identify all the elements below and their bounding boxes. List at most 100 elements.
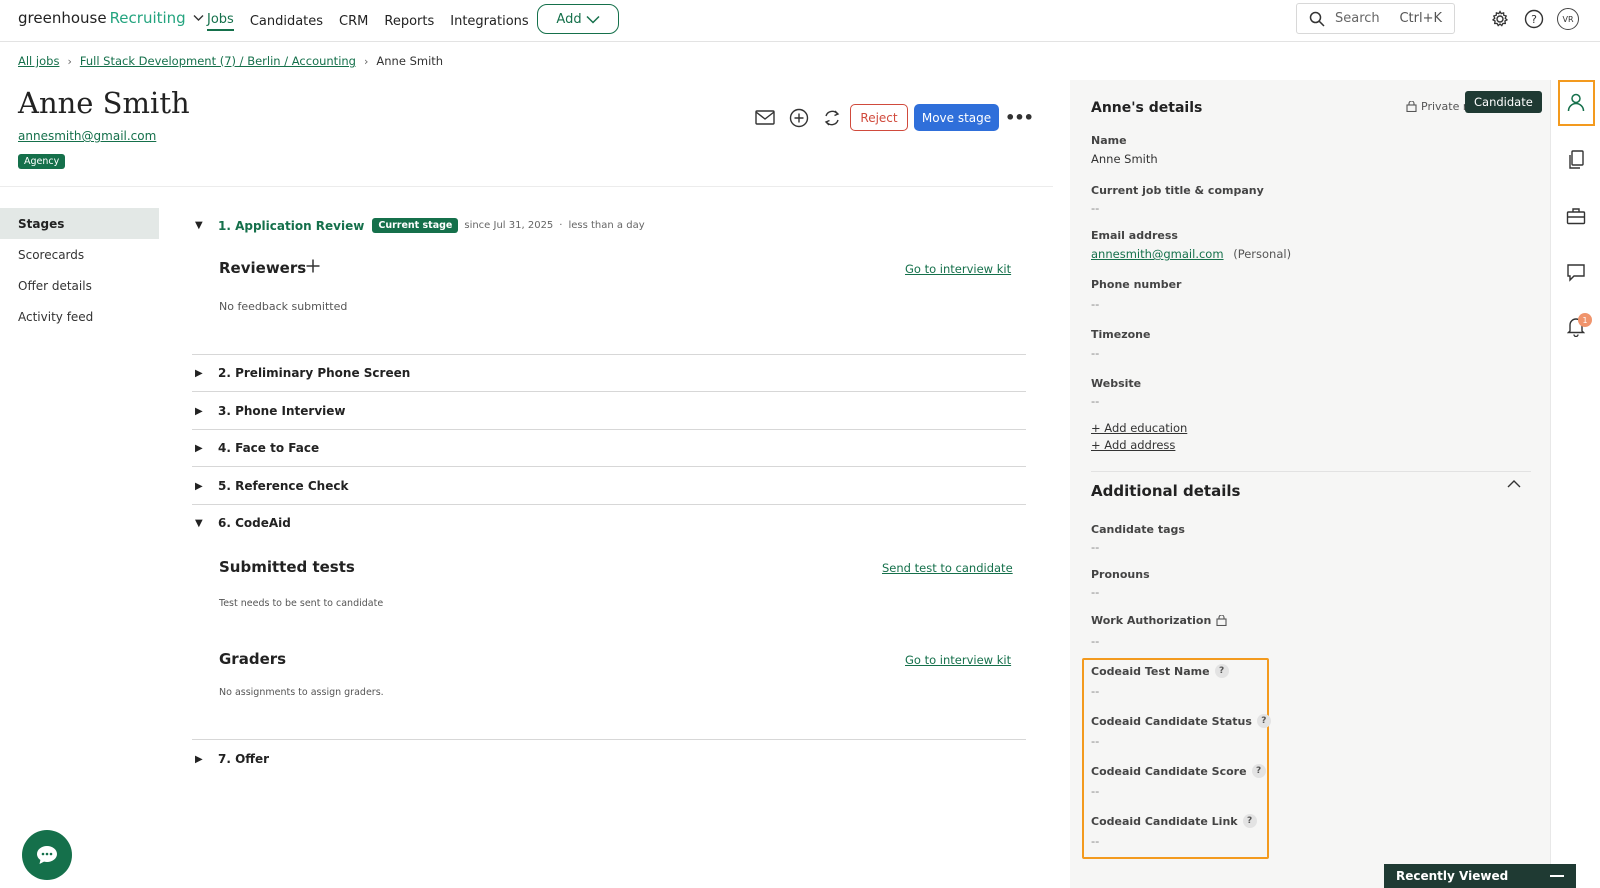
stage-4-header[interactable]: ▶ 4. Face to Face: [195, 441, 319, 455]
test-note-text: Test needs to be sent to candidate: [219, 598, 384, 609]
nav-jobs[interactable]: Jobs: [207, 0, 234, 42]
codeaid-status-text: Codeaid Candidate Status: [1091, 714, 1252, 728]
transfer-icon[interactable]: [819, 105, 844, 130]
nav-reports[interactable]: Reports: [384, 0, 434, 42]
graders-note-text: No assignments to assign graders.: [219, 687, 384, 698]
nav-candidates[interactable]: Candidates: [250, 0, 323, 42]
chat-icon[interactable]: [1564, 260, 1588, 284]
no-feedback-text: No feedback submitted: [219, 300, 348, 313]
stage-2-label: 2. Preliminary Phone Screen: [218, 366, 411, 380]
source-badge: Agency: [18, 154, 66, 169]
email-label: Email address: [1091, 229, 1178, 242]
name-value: Anne Smith: [1091, 152, 1158, 166]
stage-divider: [192, 466, 1026, 467]
graders-title: Graders: [219, 650, 287, 668]
send-test-link[interactable]: Send test to candidate: [882, 561, 1013, 575]
email-value-link[interactable]: annesmith@gmail.com: [1091, 247, 1224, 261]
help-icon[interactable]: ?: [1214, 664, 1229, 678]
nav-crm[interactable]: CRM: [339, 0, 368, 42]
name-label: Name: [1091, 134, 1127, 147]
greenhouse-logo[interactable]: greenhouse Recruiting: [18, 9, 204, 27]
search-icon: [1309, 11, 1325, 27]
email-icon[interactable]: [752, 105, 777, 130]
person-icon[interactable]: [1564, 90, 1588, 114]
lock-icon: [1216, 615, 1227, 626]
candidate-tooltip: Candidate: [1465, 91, 1542, 113]
stage-3-header[interactable]: ▶ 3. Phone Interview: [195, 404, 346, 418]
breadcrumb: All jobs › Full Stack Development (7) / …: [18, 54, 443, 68]
website-label: Website: [1091, 377, 1142, 390]
help-icon[interactable]: ?: [1256, 714, 1271, 728]
side-rail: [1550, 80, 1600, 888]
nav-integrations[interactable]: Integrations: [450, 0, 528, 42]
minimize-icon[interactable]: [1550, 875, 1564, 877]
search-input[interactable]: Search Ctrl+K: [1296, 3, 1455, 34]
stage-5-header[interactable]: ▶ 5. Reference Check: [195, 479, 348, 493]
stage-7-label: 7. Offer: [218, 752, 270, 766]
timezone-label: Timezone: [1091, 328, 1151, 341]
candidate-email-link[interactable]: annesmith@gmail.com: [18, 129, 156, 143]
stage-2-header[interactable]: ▶ 2. Preliminary Phone Screen: [195, 366, 410, 380]
private-notes-label: Private n: [1421, 100, 1470, 113]
pronouns-label: Pronouns: [1091, 568, 1150, 581]
codeaid-link-label: Codeaid Candidate Link ?: [1091, 814, 1257, 828]
search-shortcut: Ctrl+K: [1399, 11, 1442, 26]
stage-divider: [192, 354, 1026, 355]
add-reviewer-icon[interactable]: [305, 258, 321, 274]
go-to-interview-kit-link[interactable]: Go to interview kit: [905, 262, 1011, 276]
go-to-interview-kit-link[interactable]: Go to interview kit: [905, 653, 1011, 667]
add-button[interactable]: Add: [537, 4, 619, 34]
briefcase-icon[interactable]: [1564, 204, 1588, 228]
stage-6-header[interactable]: ▼ 6. CodeAid: [195, 516, 291, 530]
chat-support-button[interactable]: [22, 830, 72, 880]
private-notes-toggle[interactable]: Private n: [1406, 100, 1470, 113]
subnav-activity-feed[interactable]: Activity feed: [0, 301, 159, 332]
chevron-up-icon[interactable]: [1506, 476, 1522, 492]
move-stage-button[interactable]: Move stage: [914, 104, 999, 131]
help-icon[interactable]: ?: [1242, 814, 1257, 828]
work-authorization-text: Work Authorization: [1091, 614, 1212, 627]
stage-1-label: 1. Application Review: [218, 218, 365, 233]
stage-divider: [192, 391, 1026, 392]
caret-down-icon: ▼: [195, 517, 203, 529]
codeaid-link-text: Codeaid Candidate Link: [1091, 814, 1238, 828]
chevron-down-icon: [586, 15, 600, 24]
reject-button[interactable]: Reject: [850, 104, 908, 131]
submitted-tests-title: Submitted tests: [219, 558, 355, 576]
help-icon[interactable]: ?: [1251, 764, 1266, 778]
codeaid-score-label: Codeaid Candidate Score ?: [1091, 764, 1266, 778]
stage-3-label: 3. Phone Interview: [218, 404, 346, 418]
gear-icon[interactable]: [1489, 8, 1511, 30]
subnav-scorecards[interactable]: Scorecards: [0, 239, 159, 270]
help-icon[interactable]: ?: [1523, 8, 1545, 30]
subnav-offer-details[interactable]: Offer details: [0, 270, 159, 301]
stage-since: since Jul 31, 2025: [464, 220, 554, 231]
add-address-link[interactable]: + Add address: [1091, 438, 1175, 452]
documents-icon[interactable]: [1564, 148, 1588, 172]
main-nav: Jobs Candidates CRM Reports Integrations: [207, 0, 529, 42]
codeaid-fields-highlight: [1082, 658, 1269, 859]
avatar[interactable]: VR: [1557, 8, 1579, 30]
stage-1-header[interactable]: ▼ 1. Application Review Current stage si…: [195, 218, 645, 233]
stage-6-label: 6. CodeAid: [218, 516, 291, 530]
caret-down-icon: ▼: [195, 220, 203, 231]
website-value: --: [1091, 394, 1100, 408]
stage-5-label: 5. Reference Check: [218, 479, 349, 493]
add-education-link[interactable]: + Add education: [1091, 421, 1187, 435]
candidate-details-panel: Anne's details Private n Name Anne Smith…: [1070, 80, 1550, 888]
more-options-icon[interactable]: •••: [1005, 104, 1034, 131]
current-stage-badge: Current stage: [372, 218, 459, 233]
breadcrumb-all-jobs[interactable]: All jobs: [18, 54, 59, 68]
breadcrumb-job[interactable]: Full Stack Development (7) / Berlin / Ac…: [80, 54, 356, 68]
details-title: Anne's details: [1091, 100, 1203, 116]
caret-right-icon: ▶: [195, 405, 203, 417]
recently-viewed-bar[interactable]: Recently Viewed: [1384, 864, 1576, 888]
add-circle-icon[interactable]: [786, 105, 811, 130]
codeaid-score-value: --: [1091, 784, 1100, 798]
recently-viewed-label: Recently Viewed: [1396, 869, 1509, 883]
stage-divider: [192, 504, 1026, 505]
stage-7-header[interactable]: ▶ 7. Offer: [195, 752, 269, 766]
subnav-stages[interactable]: Stages: [0, 208, 159, 239]
page-title: Anne Smith: [18, 86, 190, 120]
email-value-row: annesmith@gmail.com (Personal): [1091, 247, 1291, 261]
